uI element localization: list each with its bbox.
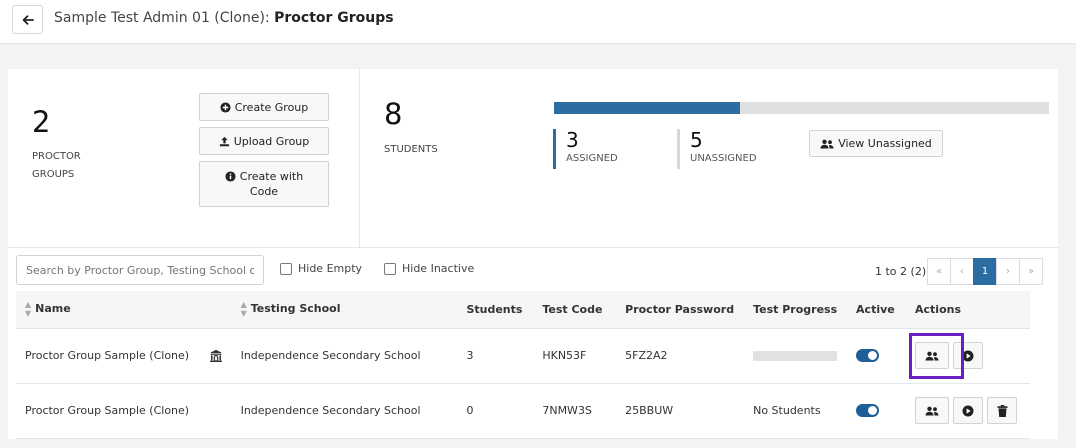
users-icon (925, 406, 939, 415)
cell-active (847, 383, 906, 439)
column-header-actions: Actions (906, 291, 1030, 329)
cell-school: Independence Secondary School (231, 383, 458, 439)
search-input[interactable] (16, 255, 264, 285)
column-header-test-code: Test Code (533, 291, 617, 329)
unassigned-count: 5 (690, 128, 703, 152)
pagination-info: 1 to 2 (2) (875, 265, 927, 278)
group-label-line1: PROCTOR (32, 151, 81, 162)
cell-students: 0 (457, 383, 534, 439)
students-label: STUDENTS (384, 144, 438, 155)
proctor-groups-panel: 2 PROCTOR GROUPS Create Group Upload Gro… (8, 69, 1058, 439)
column-header-active: Active (847, 291, 906, 329)
hide-empty-box[interactable] (280, 262, 292, 275)
back-button[interactable] (12, 5, 43, 34)
school-icon (209, 350, 222, 363)
assigned-count: 3 (566, 128, 579, 152)
column-header-name[interactable]: ▲ ▼ Name (16, 291, 232, 329)
hide-inactive-checkbox[interactable]: Hide Inactive (384, 262, 474, 275)
assigned-label: ASSIGNED (566, 153, 618, 164)
assignment-progress-fill (554, 102, 740, 114)
students-summary: 8 STUDENTS 3 ASSIGNED 5 UNASSIGNED View … (360, 69, 1058, 247)
active-toggle[interactable] (856, 404, 880, 417)
create-with-code-label-2: Code (249, 185, 279, 198)
plus-circle-icon (220, 101, 231, 113)
active-toggle[interactable] (856, 349, 880, 362)
upload-icon (219, 136, 229, 146)
highlight-box (909, 333, 964, 379)
column-header-progress: Test Progress (744, 291, 848, 329)
cell-name: Proctor Group Sample (Clone) (16, 328, 232, 384)
delete-group-button[interactable] (987, 397, 1017, 424)
create-group-label: Create Group (234, 100, 309, 114)
section-divider (8, 247, 1058, 248)
page-current-button[interactable]: 1 (973, 258, 997, 285)
upload-group-label: Upload Group (233, 134, 310, 148)
hide-inactive-box[interactable] (384, 262, 396, 275)
column-header-school[interactable]: ▲ ▼ Testing School (231, 291, 458, 329)
proctor-groups-table: ▲ ▼ Name ▲ ▼ Testing School Students Test Co… (16, 291, 1030, 439)
view-unassigned-button[interactable]: View Unassigned (809, 130, 943, 157)
page-prev-button[interactable]: ‹ (950, 258, 974, 285)
manage-students-button[interactable] (915, 397, 949, 424)
cell-active (847, 328, 906, 384)
cell-password: 5FZ2A2 (616, 328, 745, 384)
table-row: Proctor Group Sample (Clone) Independenc… (16, 328, 1030, 384)
assigned-stat: 3 ASSIGNED (553, 129, 618, 169)
page-title-main: Proctor Groups (274, 10, 394, 26)
top-bar: Sample Test Admin 01 (Clone): Proctor Gr… (0, 0, 1076, 44)
create-with-code-button[interactable]: Create with Code (199, 161, 329, 207)
page-first-button[interactable]: « (927, 258, 951, 285)
page-title-prefix: Sample Test Admin 01 (Clone): (54, 10, 270, 26)
trash-icon (997, 404, 1007, 417)
table-header-row: ▲ ▼ Name ▲ ▼ Testing School Students Test Co… (16, 291, 1030, 329)
group-name[interactable]: Proctor Group Sample (Clone) (25, 349, 189, 362)
students-count: 8 (384, 97, 403, 131)
create-with-code-label-1: Create with (239, 170, 304, 183)
page-next-button[interactable]: › (996, 258, 1020, 285)
view-unassigned-label: View Unassigned (838, 137, 932, 150)
cell-students: 3 (457, 328, 534, 384)
play-circle-icon (962, 405, 974, 416)
users-icon (820, 139, 834, 148)
column-header-students: Students (457, 291, 534, 329)
group-count-label: PROCTOR GROUPS (32, 148, 81, 184)
cell-actions (906, 383, 1030, 439)
hide-empty-checkbox[interactable]: Hide Empty (280, 262, 362, 275)
hide-inactive-label: Hide Inactive (402, 262, 475, 275)
upload-group-button[interactable]: Upload Group (199, 127, 329, 155)
group-count: 2 (32, 105, 51, 139)
page-title: Sample Test Admin 01 (Clone): Proctor Gr… (54, 10, 394, 26)
column-school-label: Testing School (250, 302, 341, 316)
cell-progress: No Students (744, 383, 848, 439)
unassigned-label: UNASSIGNED (690, 153, 757, 164)
assignment-progress-bar (554, 102, 1049, 114)
column-name-label: Name (35, 302, 71, 316)
table-row: Proctor Group Sample (Clone) Independenc… (16, 383, 1030, 439)
cell-school: Independence Secondary School (231, 328, 458, 384)
cell-password: 25BBUW (616, 383, 745, 439)
cell-progress (744, 328, 848, 384)
hide-empty-label: Hide Empty (298, 262, 363, 275)
unassigned-stat: 5 UNASSIGNED (677, 129, 757, 169)
sort-icon: ▲ ▼ (240, 300, 247, 319)
create-group-button[interactable]: Create Group (199, 93, 329, 121)
info-circle-icon (225, 171, 236, 182)
pagination: « ‹ 1 › » (927, 258, 1043, 285)
groups-summary: 2 PROCTOR GROUPS Create Group Upload Gro… (8, 69, 360, 247)
group-label-line2: GROUPS (32, 169, 75, 180)
cell-test-code: 7NMW3S (533, 383, 617, 439)
column-header-password: Proctor Password (616, 291, 745, 329)
cell-name[interactable]: Proctor Group Sample (Clone) (16, 383, 232, 439)
back-arrow-icon (22, 14, 34, 25)
create-with-code-line: Create with (225, 170, 303, 183)
start-session-button[interactable] (953, 397, 983, 424)
sort-icon: ▲ ▼ (25, 300, 32, 319)
page-last-button[interactable]: » (1019, 258, 1043, 285)
test-progress-bar (753, 350, 838, 361)
cell-test-code: HKN53F (533, 328, 617, 384)
